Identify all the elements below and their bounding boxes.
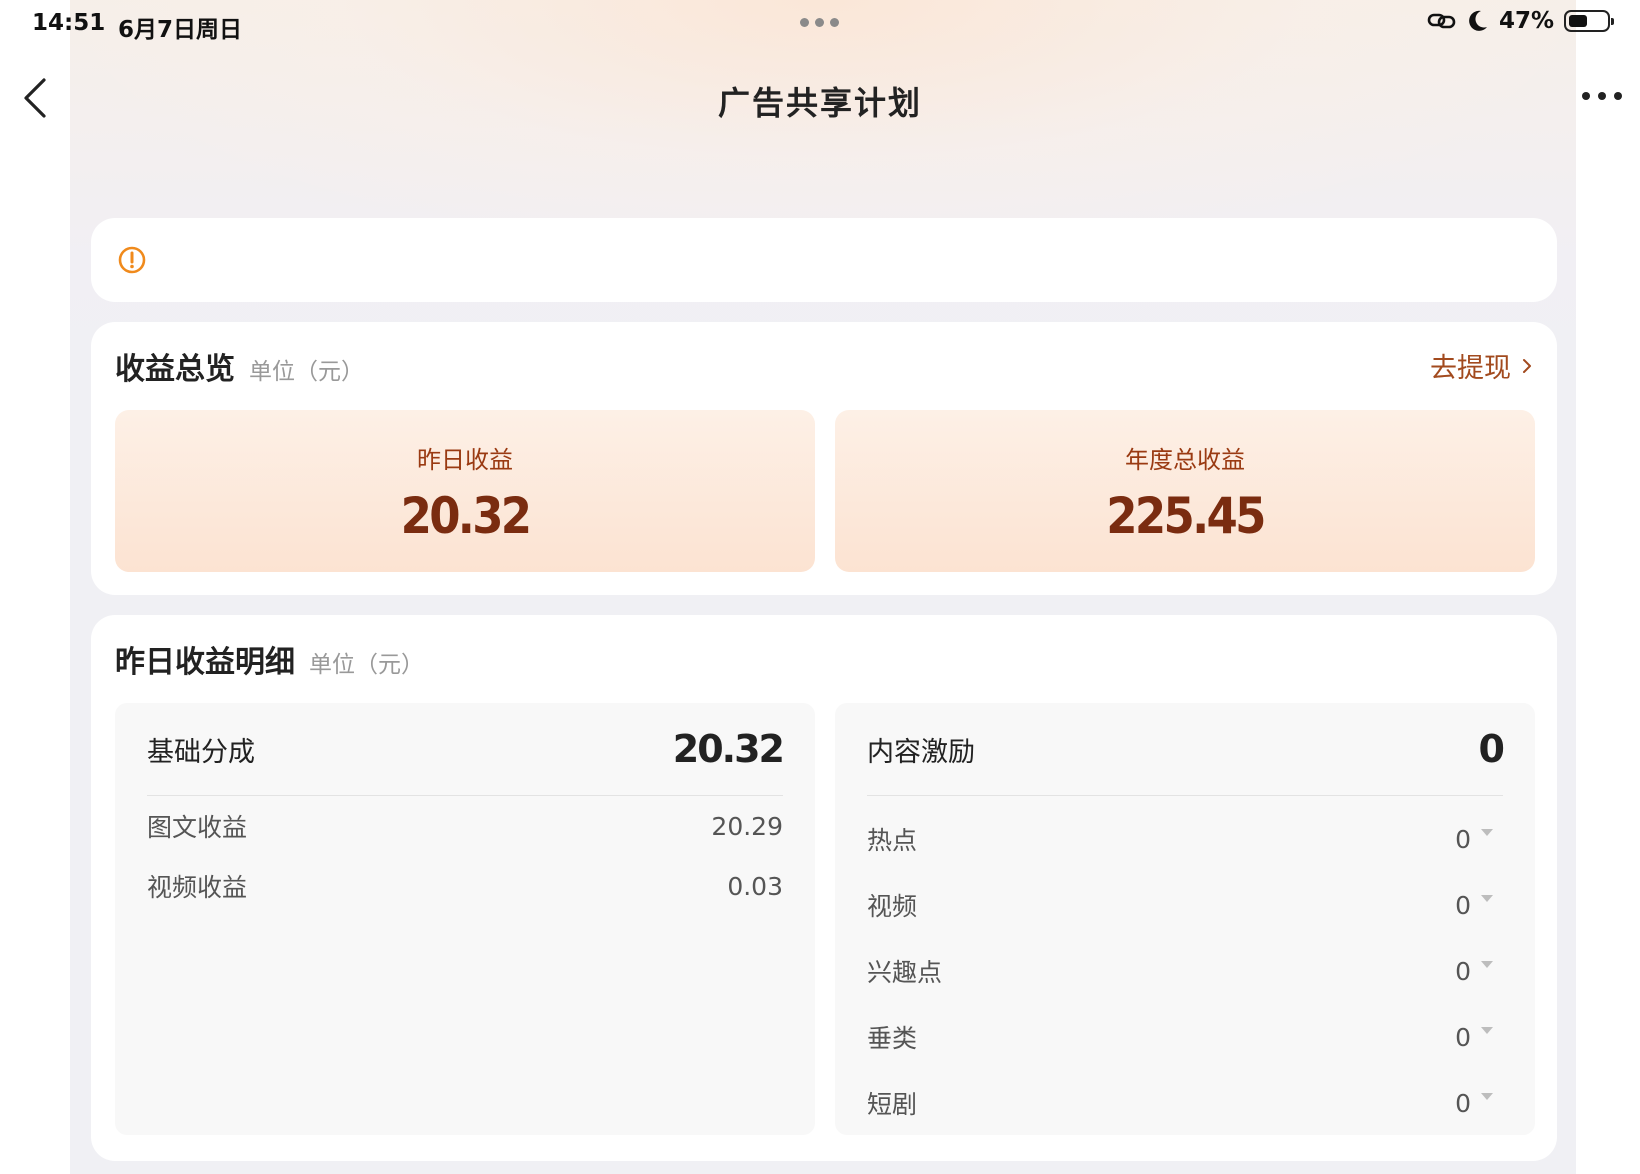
detail-title: 昨日收益明细 [115,645,295,680]
stat-label: 年度总收益 [1125,446,1245,474]
incentive-label: 内容激励 [867,736,975,768]
overview-header: 收益总览 单位（元） [115,344,364,388]
list-item[interactable]: 兴趣点 0 [867,938,1503,1004]
row-label: 视频收益 [147,873,248,902]
earnings-detail-card: 昨日收益明细 单位（元） 基础分成 20.32 图文收益 20.29 视频收益 … [91,615,1557,1161]
row-value-group: 0 [1455,1089,1503,1118]
incentive-value: 0 [1478,727,1505,771]
moon-icon [1469,10,1487,31]
status-indicators: 47% [1427,8,1614,34]
annual-earnings-box[interactable]: 年度总收益 225.45 [835,410,1535,572]
row-value-group: 0 [1455,891,1503,920]
row-label: 垂类 [867,1024,918,1053]
row-value-group: 0 [1455,1023,1503,1052]
row-label: 视频 [867,892,918,921]
row-value: 20.29 [711,811,783,841]
row-value-group: 0 [1455,957,1503,986]
overview-unit: 单位（元） [249,359,364,385]
more-icon[interactable] [1582,92,1622,100]
stat-label: 昨日收益 [417,446,513,474]
stat-value: 20.32 [400,487,533,545]
caret-down-icon[interactable] [1481,960,1493,968]
list-item[interactable]: 热点 0 [867,806,1503,872]
list-item: 图文收益 20.29 [147,796,783,856]
row-value: 0 [1455,890,1471,920]
warning-icon [118,246,146,274]
row-value: 0 [1455,956,1471,986]
list-item[interactable]: 短剧 0 [867,1070,1503,1136]
status-bar: 14:51 6月7日周日 47% [0,0,1640,48]
row-label: 热点 [867,826,918,855]
row-value: 0.03 [727,871,783,901]
list-item[interactable]: 视频 0 [867,872,1503,938]
list-item[interactable]: 垂类 0 [867,1004,1503,1070]
row-label: 兴趣点 [867,958,943,987]
list-item: 视频收益 0.03 [147,856,783,916]
base-share-value: 20.32 [672,727,785,771]
base-share-header: 基础分成 20.32 [147,703,785,796]
status-time: 14:51 [32,10,106,36]
notice-card[interactable] [91,218,1557,302]
row-value: 0 [1455,1022,1471,1052]
row-value: 0 [1455,824,1471,854]
overview-title: 收益总览 [115,352,235,387]
caret-down-icon[interactable] [1481,828,1493,836]
battery-percent: 47% [1498,8,1554,34]
base-share-label: 基础分成 [147,736,255,768]
page-title: 广告共享计划 [717,84,922,122]
base-share-box: 基础分成 20.32 图文收益 20.29 视频收益 0.03 [115,703,815,1135]
earnings-overview-card: 收益总览 单位（元） 去提现 昨日收益 20.32 年度总收益 225.45 [91,322,1557,595]
withdraw-label: 去提现 [1430,353,1511,384]
detail-header: 昨日收益明细 单位（元） [115,637,424,681]
withdraw-link[interactable]: 去提现 [1430,346,1533,385]
row-label: 短剧 [867,1090,918,1119]
detail-unit: 单位（元） [309,652,424,678]
battery-icon [1564,10,1614,32]
row-value: 0 [1455,1088,1471,1118]
row-label: 图文收益 [147,813,248,842]
content-incentive-box: 内容激励 0 热点 0 视频 0 兴趣点 0 垂类 0 短剧 0 [835,703,1535,1135]
incentive-header: 内容激励 0 [867,703,1505,796]
multitask-dots-icon[interactable] [800,18,839,27]
status-date: 6月7日周日 [118,17,243,43]
row-value-group: 0 [1455,825,1503,854]
stat-value: 225.45 [1106,487,1266,545]
caret-down-icon[interactable] [1481,1026,1493,1034]
chevron-right-icon [1523,358,1531,373]
link-icon [1427,13,1456,29]
caret-down-icon[interactable] [1481,894,1493,902]
caret-down-icon[interactable] [1481,1092,1493,1100]
yesterday-earnings-box[interactable]: 昨日收益 20.32 [115,410,815,572]
